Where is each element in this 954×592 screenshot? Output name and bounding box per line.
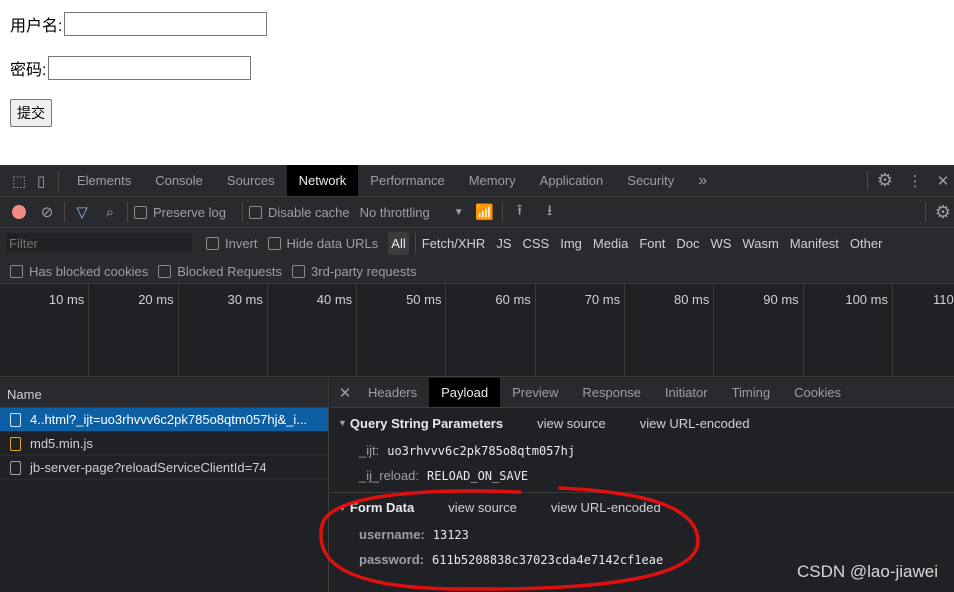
red-annotation-circle [319, 486, 700, 591]
watermark: CSDN @lao-jiawei [796, 562, 938, 581]
